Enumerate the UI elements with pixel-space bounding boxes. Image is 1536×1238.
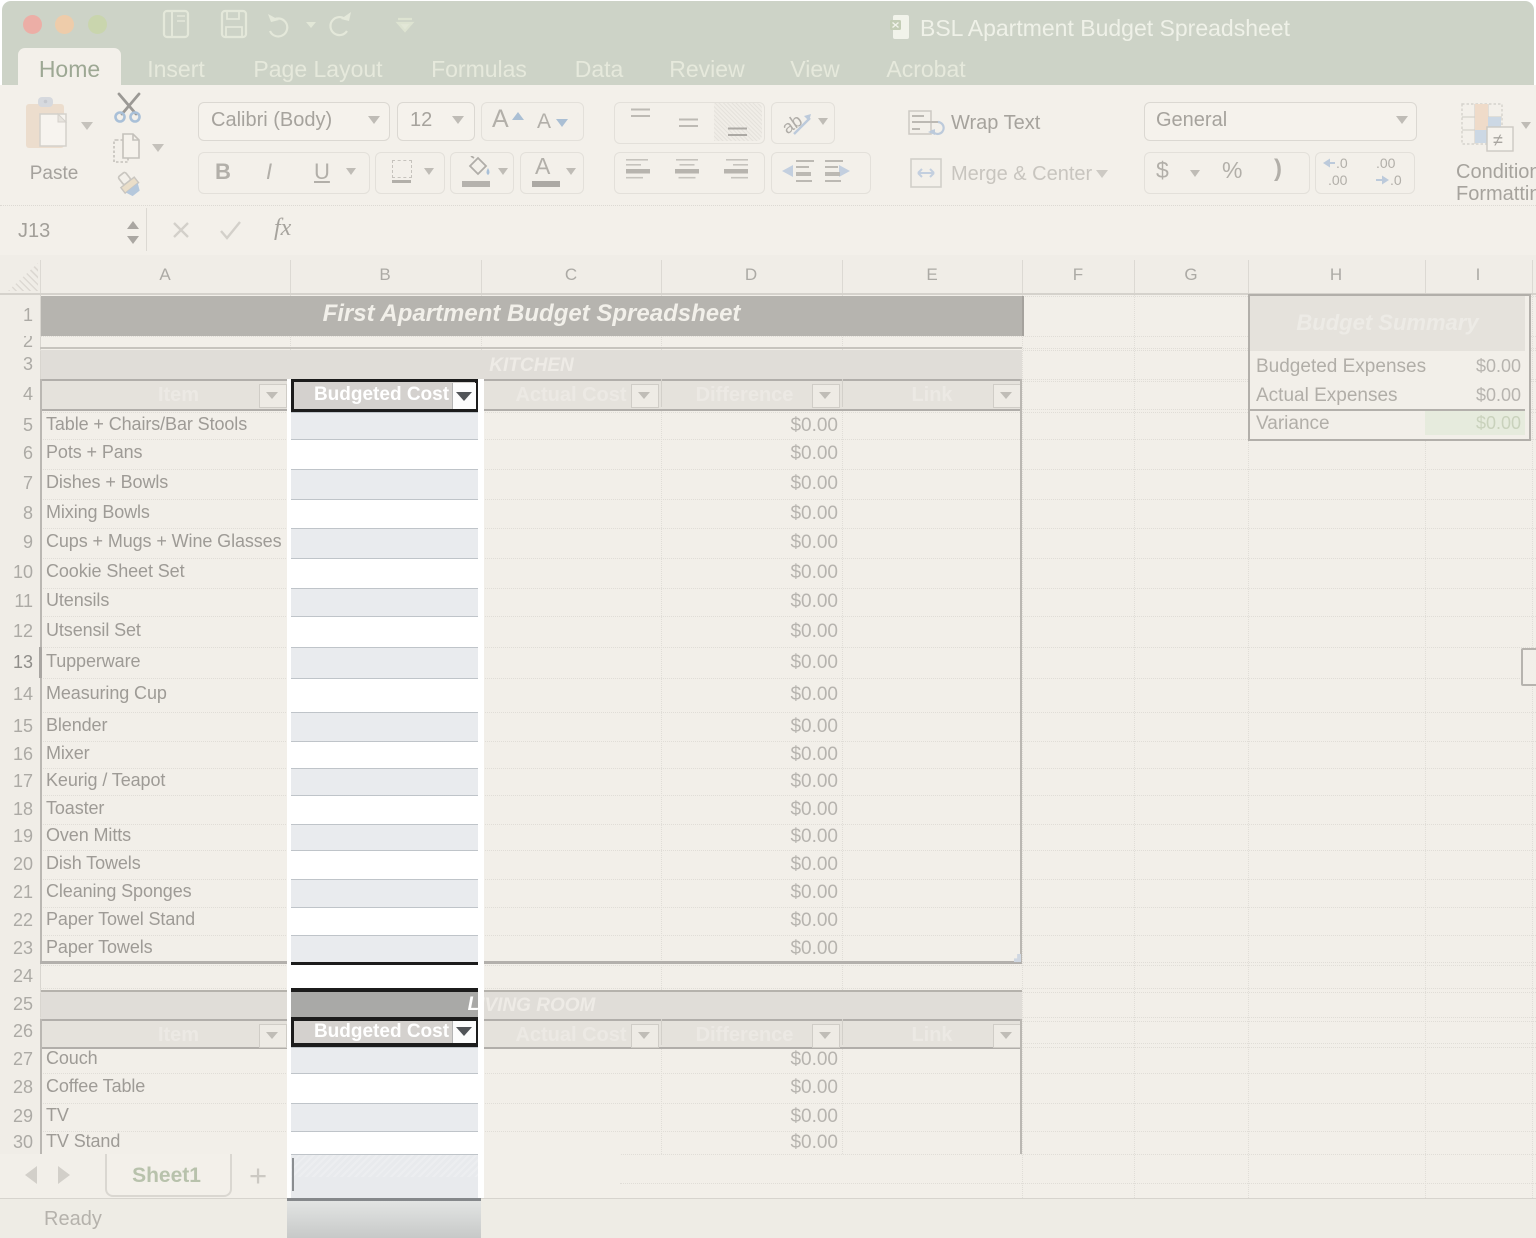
svg-text:ab: ab: [780, 110, 806, 138]
svg-text:.0: .0: [1390, 172, 1402, 188]
svg-text:.00: .00: [1376, 155, 1396, 171]
svg-text:≠: ≠: [1493, 130, 1503, 150]
svg-text:.0: .0: [1336, 155, 1348, 171]
svg-text:.00: .00: [1328, 172, 1348, 188]
